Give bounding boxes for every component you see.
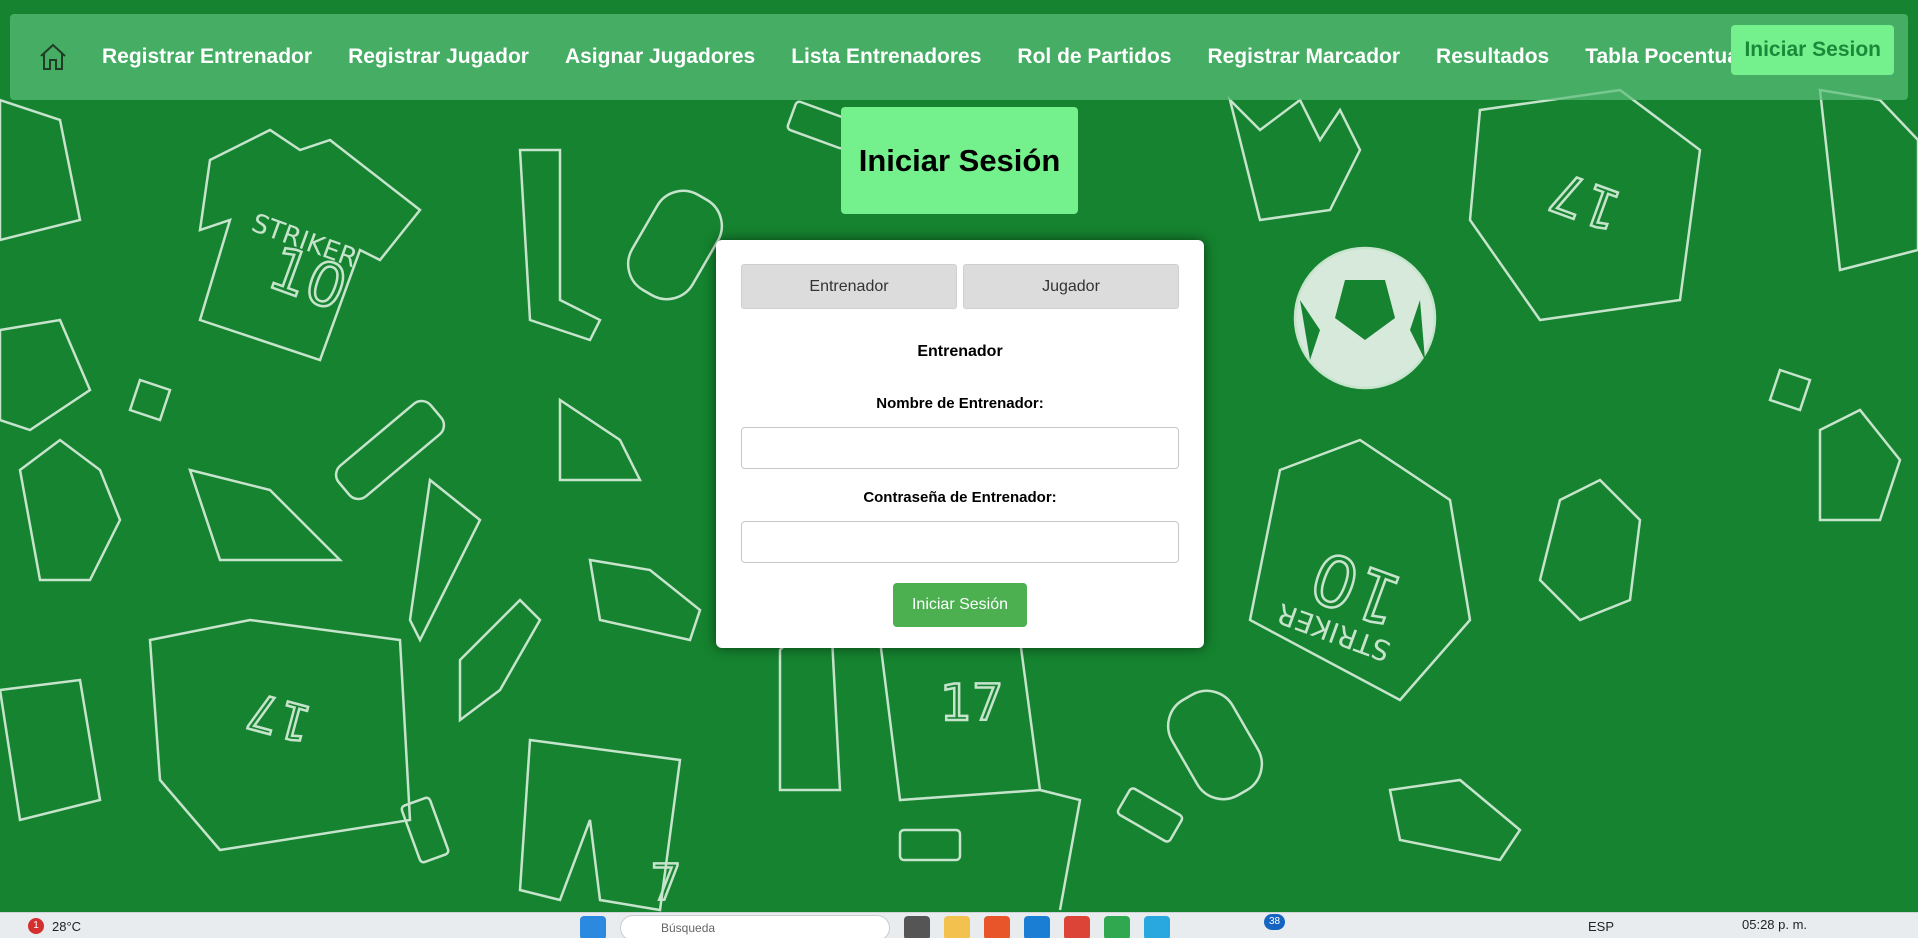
home-icon[interactable] [32, 36, 74, 78]
nav-iniciar-sesion-button[interactable]: Iniciar Sesion [1731, 25, 1894, 75]
svg-text:17: 17 [1541, 159, 1629, 243]
cloud-icon[interactable] [1144, 916, 1170, 938]
nav-resultados[interactable]: Resultados [1436, 45, 1549, 69]
main-navbar: Registrar Entrenador Registrar Jugador A… [10, 14, 1908, 100]
temperature-text: 28°C [52, 918, 82, 934]
weather-badge: 1 [28, 918, 44, 934]
taskbar-search-input[interactable]: Búsqueda [620, 915, 890, 938]
language-indicator[interactable]: ESP [1588, 919, 1614, 934]
app-icon[interactable] [1104, 916, 1130, 938]
form-section-title: Entrenador [917, 343, 1003, 360]
role-tabs: Entrenador Jugador [741, 264, 1179, 309]
nav-registrar-marcador[interactable]: Registrar Marcador [1207, 45, 1400, 69]
nav-asignar-jugadores[interactable]: Asignar Jugadores [565, 45, 755, 69]
nav-registrar-jugador[interactable]: Registrar Jugador [348, 45, 529, 69]
task-view-icon[interactable] [904, 916, 930, 938]
windows-start-icon[interactable] [580, 916, 606, 938]
tab-jugador[interactable]: Jugador [963, 264, 1179, 309]
svg-text:7: 7 [650, 854, 682, 912]
taskbar-apps: Búsqueda [580, 915, 1170, 938]
name-label: Nombre de Entrenador: [876, 395, 1044, 412]
chrome-icon[interactable] [1064, 916, 1090, 938]
weather-widget[interactable]: 1 28°C [28, 918, 81, 934]
name-input[interactable] [741, 427, 1179, 469]
page-title: Iniciar Sesión [858, 142, 1061, 178]
nav-lista-entrenadores[interactable]: Lista Entrenadores [791, 45, 981, 69]
password-label: Contraseña de Entrenador: [863, 489, 1057, 506]
nav-rol-de-partidos[interactable]: Rol de Partidos [1017, 45, 1171, 69]
notification-count-badge: 38 [1264, 914, 1286, 930]
tab-entrenador[interactable]: Entrenador [741, 264, 957, 309]
clock-text[interactable]: 05:28 p. m. [1742, 917, 1807, 932]
vscode-icon[interactable] [1024, 916, 1050, 938]
brave-icon[interactable] [984, 916, 1010, 938]
page-title-banner: Iniciar Sesión [841, 107, 1078, 214]
folder-icon[interactable] [944, 916, 970, 938]
os-taskbar: 1 28°C Búsqueda 38 ESP 05:28 p. m. [0, 912, 1918, 938]
nav-tabla-pocentual[interactable]: Tabla Pocentual [1585, 45, 1744, 69]
password-input[interactable] [741, 521, 1179, 563]
nav-registrar-entrenador[interactable]: Registrar Entrenador [102, 45, 312, 69]
login-card: Entrenador Jugador Entrenador Nombre de … [716, 240, 1204, 648]
svg-text:17: 17 [241, 680, 317, 752]
svg-text:17: 17 [940, 674, 1004, 732]
submit-login-button[interactable]: Iniciar Sesión [892, 583, 1028, 627]
